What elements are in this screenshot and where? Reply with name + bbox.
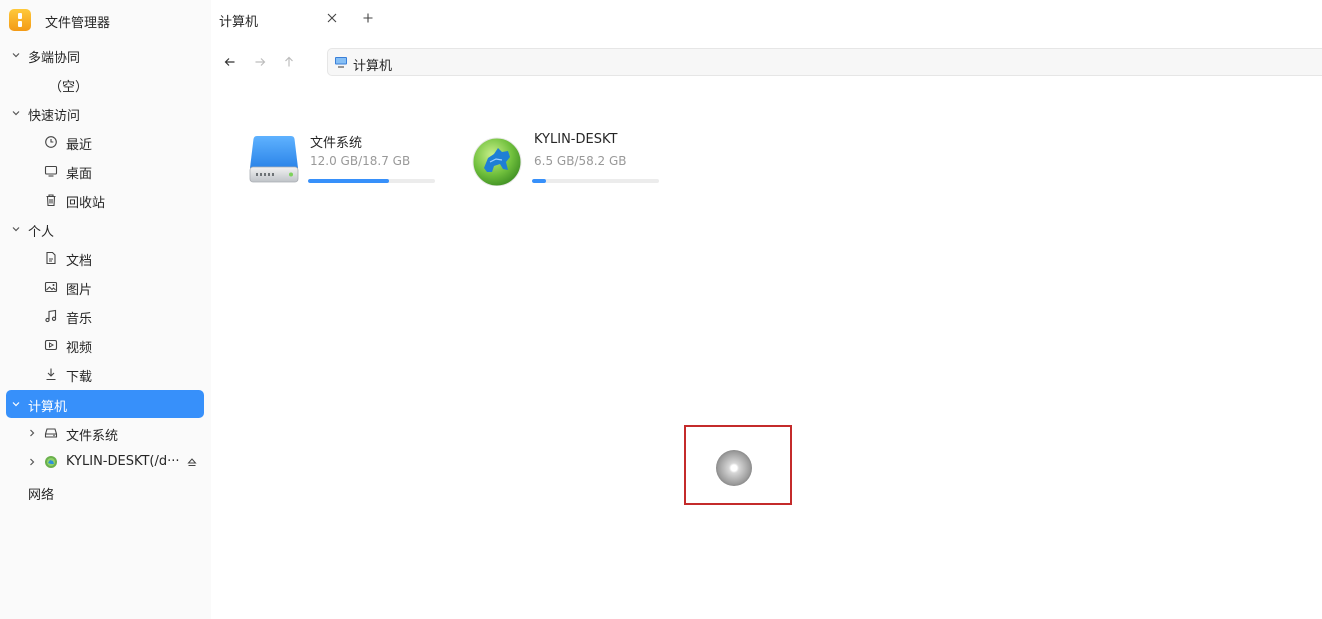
download-icon xyxy=(46,368,56,381)
chevron-right-icon[interactable] xyxy=(25,455,39,469)
drive-usage: 6.5 GB/58.2 GB xyxy=(534,154,627,168)
sidebar-item-videos[interactable]: 视频 xyxy=(6,331,204,359)
sidebar-item-downloads[interactable]: 下载 xyxy=(6,360,204,388)
loading-cursor-icon xyxy=(716,450,752,486)
sidebar-item-trash[interactable]: 回收站 xyxy=(6,186,204,214)
sidebar-group-computer[interactable]: 计算机 xyxy=(6,390,204,418)
kylin-disc-icon xyxy=(472,137,522,186)
sidebar-item-label: 视频 xyxy=(66,341,93,356)
sidebar-group-personal[interactable]: 个人 xyxy=(6,215,204,243)
sidebar-item-label: 文档 xyxy=(66,254,93,269)
chevron-down-icon xyxy=(12,402,20,407)
sidebar-item-label: 回收站 xyxy=(66,196,106,211)
computer-icon xyxy=(335,57,347,68)
forward-arrow-icon[interactable] xyxy=(252,54,268,70)
add-tab-icon[interactable] xyxy=(361,11,375,25)
trash-icon xyxy=(46,194,56,207)
hard-drive-icon xyxy=(249,136,299,183)
up-arrow-icon[interactable] xyxy=(281,54,297,70)
file-manager-logo-icon xyxy=(9,9,31,31)
sidebar-item-label: 图片 xyxy=(66,283,93,298)
sidebar-item-label: KYLIN-DESKT(/d··· xyxy=(66,454,180,469)
drive-usage-fill xyxy=(532,179,546,183)
monitor-icon xyxy=(44,165,58,177)
sidebar-group-network[interactable]: 网络 xyxy=(6,478,204,506)
tab-label: 计算机 xyxy=(219,15,259,30)
sidebar-item-kylin-disc[interactable]: KYLIN-DESKT(/d··· xyxy=(6,448,204,476)
sidebar-item-documents[interactable]: 文档 xyxy=(6,244,204,272)
address-bar[interactable]: 计算机 xyxy=(327,48,1322,76)
sidebar-group-label: 快速访问 xyxy=(28,109,81,124)
sidebar-group-label: 个人 xyxy=(28,225,55,240)
image-icon xyxy=(44,281,58,293)
sidebar-group-quick-access[interactable]: 快速访问 xyxy=(6,99,204,127)
sidebar-item-label: 最近 xyxy=(66,138,93,153)
sidebar-item-desktop[interactable]: 桌面 xyxy=(6,157,204,185)
clock-icon xyxy=(45,136,57,148)
drive-usage-bar xyxy=(532,179,659,183)
sidebar-item-music[interactable]: 音乐 xyxy=(6,302,204,330)
drive-kylin-desktop[interactable]: KYLIN-DESKT 6.5 GB/58.2 GB xyxy=(472,128,672,192)
drive-usage-bar xyxy=(308,179,435,183)
sidebar-item-empty: （空） xyxy=(6,70,204,98)
close-icon[interactable] xyxy=(325,11,339,25)
sidebar-item-filesystem[interactable]: 文件系统 xyxy=(6,419,204,447)
app-header: 文件管理器 xyxy=(0,0,211,42)
sidebar-item-label: 音乐 xyxy=(66,312,93,327)
sidebar-item-label: （空） xyxy=(49,80,89,95)
back-arrow-icon[interactable] xyxy=(222,54,238,70)
sidebar-item-recent[interactable]: 最近 xyxy=(6,128,204,156)
eject-icon[interactable] xyxy=(185,455,199,469)
sidebar-group-label: 多端协同 xyxy=(28,51,81,66)
drive-name: KYLIN-DESKT xyxy=(534,132,618,147)
chevron-right-icon[interactable] xyxy=(25,426,39,440)
drive-filesystem[interactable]: 文件系统 12.0 GB/18.7 GB xyxy=(248,128,448,192)
disc-icon xyxy=(45,456,57,468)
sidebar-group-label: 计算机 xyxy=(28,400,68,415)
video-icon xyxy=(44,339,58,351)
sidebar-group-label: 网络 xyxy=(28,488,55,503)
drive-usage: 12.0 GB/18.7 GB xyxy=(310,154,411,168)
chevron-down-icon xyxy=(12,53,20,58)
sidebar: 文件管理器 多端协同 （空） 快速访问 最近 桌面 回收站 个人 文档 图片 音… xyxy=(0,0,211,619)
app-title: 文件管理器 xyxy=(45,16,111,31)
sidebar-item-label: 下载 xyxy=(66,370,93,385)
sidebar-group-multi-device[interactable]: 多端协同 xyxy=(6,41,204,69)
sidebar-item-pictures[interactable]: 图片 xyxy=(6,273,204,301)
music-icon xyxy=(45,309,57,323)
drive-usage-fill xyxy=(308,179,390,183)
tab-computer[interactable]: 计算机 xyxy=(211,0,356,38)
chevron-down-icon xyxy=(12,111,20,116)
drive-name: 文件系统 xyxy=(310,136,363,151)
drive-icon xyxy=(44,428,58,438)
sidebar-item-label: 文件系统 xyxy=(66,429,119,444)
address-path: 计算机 xyxy=(353,59,393,74)
chevron-down-icon xyxy=(12,227,20,232)
sidebar-item-label: 桌面 xyxy=(66,167,93,182)
document-icon xyxy=(46,251,56,265)
